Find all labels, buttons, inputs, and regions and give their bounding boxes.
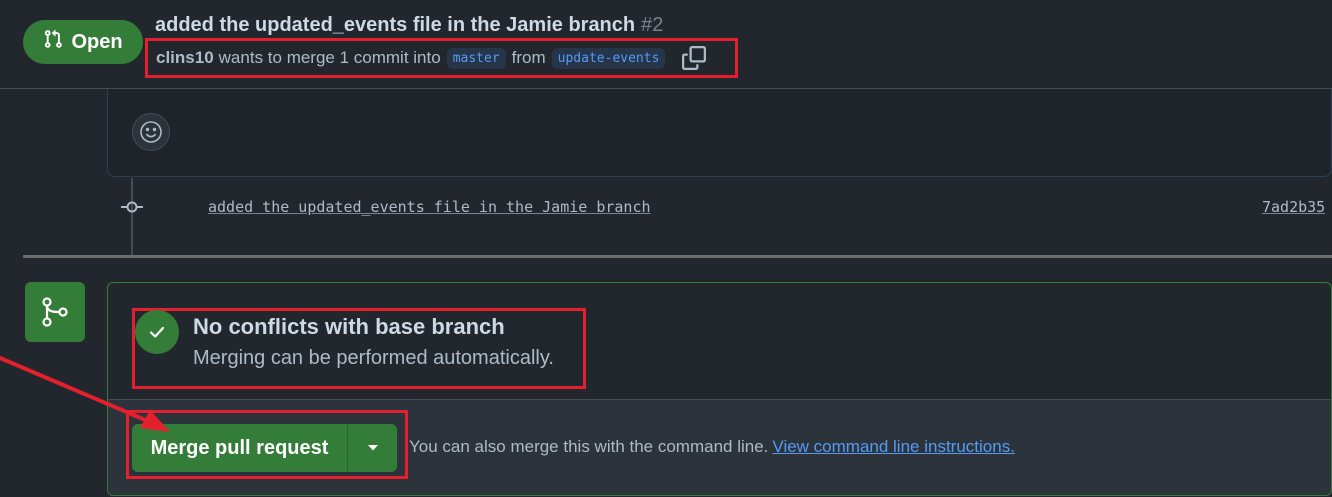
head-branch-chip[interactable]: update-events [551,47,666,69]
pr-number: #2 [641,14,664,36]
comment-box [107,89,1332,177]
pr-title-text: added the updated_events file in the Jam… [155,14,636,36]
copy-icon[interactable] [681,45,707,71]
git-merge-icon [25,282,85,342]
merge-description: wants to merge 1 commit into [218,48,441,67]
cli-instructions-link[interactable]: View command line instructions. [772,437,1015,456]
commit-sha-link[interactable]: 7ad2b35 [1262,198,1325,216]
merge-status-title: No conflicts with base branch [193,314,505,339]
add-reaction-button[interactable] [132,113,170,151]
git-commit-icon [121,197,143,217]
author-link[interactable]: clins10 [156,48,214,68]
status-badge: Open [23,20,143,64]
pr-meta: clins10 wants to merge 1 commit into mas… [145,38,738,78]
merge-status-subtitle: Merging can be performed automatically. [193,347,554,369]
merge-options-dropdown[interactable] [348,424,397,472]
pr-title: added the updated_events file in the Jam… [155,14,663,37]
timeline-divider [23,255,1332,258]
git-pull-request-icon [43,29,63,55]
annotation-arrow [0,356,170,432]
triangle-down-icon [367,445,378,451]
commit-message-link[interactable]: added the updated_events file in the Jam… [208,198,651,216]
base-branch-chip[interactable]: master [446,47,506,69]
from-text: from [511,48,546,67]
cli-hint-text: You can also merge this with the command… [409,437,769,456]
check-icon [135,310,179,354]
pr-header: Open added the updated_events file in th… [0,0,1332,89]
cli-hint: You can also merge this with the command… [409,437,1015,457]
status-badge-label: Open [71,30,123,53]
smiley-icon [140,121,162,143]
